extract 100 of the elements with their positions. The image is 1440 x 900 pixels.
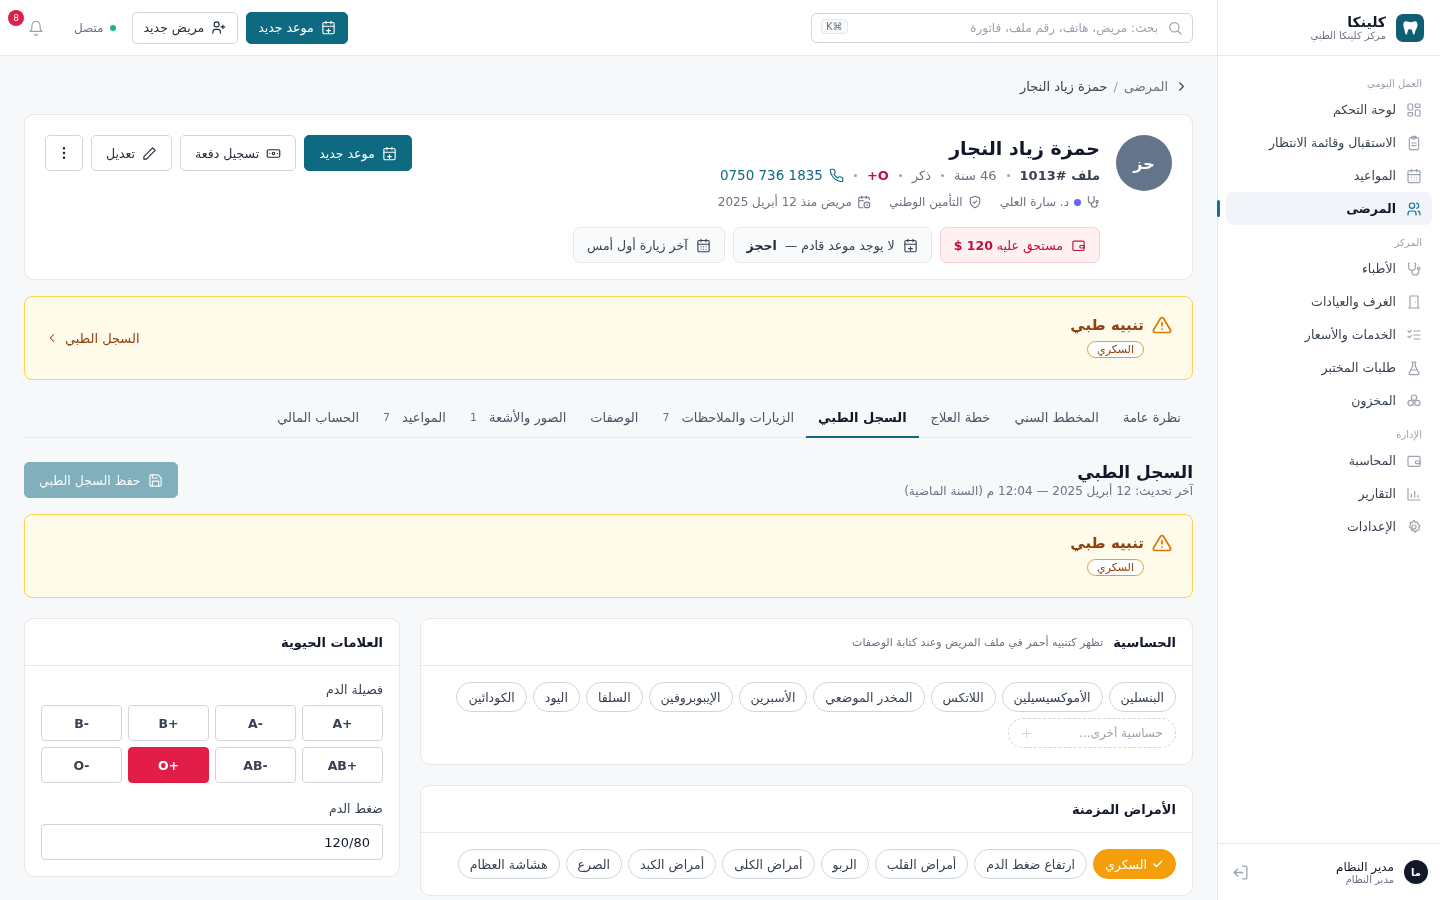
nav-item[interactable]: لوحة التحكم [1226, 93, 1432, 126]
nav-item[interactable]: المحاسبة [1226, 444, 1432, 477]
meta-separator-dot [898, 173, 902, 177]
calendar-plus-icon [902, 237, 918, 253]
allergy-chip[interactable]: المخدر الموضعي [813, 682, 925, 712]
nav-group-title: المركز [1393, 236, 1423, 250]
allergy-chip[interactable]: السلفا [585, 682, 643, 712]
allergy-chip[interactable]: الأموكسيسيلين [1001, 682, 1103, 712]
allergy-chip[interactable]: البنسلين [1108, 682, 1176, 712]
nav-item[interactable]: الاستقبال وقائمة الانتظار [1226, 126, 1432, 159]
panel-title: الحساسية [1113, 634, 1176, 650]
doctor-dot [1074, 198, 1081, 206]
panel-title: العلامات الحيوية [281, 634, 383, 650]
condition-chip[interactable]: الربو [820, 849, 869, 879]
blood-type-option[interactable]: B- [41, 705, 122, 741]
calendar-plus-icon [381, 145, 397, 161]
wallet-icon [1071, 237, 1086, 253]
boxes-icon [1406, 392, 1422, 409]
settings-icon [1406, 518, 1422, 535]
check-icon [1152, 858, 1164, 870]
patient-since: مريض منذ 12 أبريل 2025 [717, 195, 852, 209]
book-link[interactable]: احجز [746, 237, 777, 253]
alert-title: تنبيه طبي [1070, 534, 1144, 552]
new-appointment-button[interactable]: موعد جديد [246, 11, 348, 44]
calendar-icon [695, 237, 711, 253]
more-button[interactable] [45, 135, 83, 171]
blood-type-option[interactable]: O- [41, 747, 122, 783]
allergy-chip[interactable]: الإيبوبروفين [648, 682, 733, 712]
notification-count: 8 [8, 9, 24, 26]
allergy-chip[interactable]: الكودائين [456, 682, 527, 712]
blood-type-option[interactable]: AB- [215, 747, 296, 783]
bell-icon [28, 19, 44, 36]
section-title: السجل الطبي [1076, 462, 1193, 482]
field-label: ضغط الدم [327, 801, 383, 816]
nav-group-title: الإدارة [1395, 428, 1423, 443]
warning-icon [1152, 533, 1172, 553]
nav-group-title: العمل اليومي [1366, 77, 1423, 92]
allergy-chip[interactable]: اللاتكس [930, 682, 996, 712]
blood-type-option[interactable]: A+ [302, 705, 383, 741]
blood-type-option[interactable]: AB+ [302, 747, 383, 783]
tab[interactable]: خطة العلاج [918, 400, 1003, 438]
nav-item[interactable]: الأطباء [1226, 252, 1432, 285]
blood-type-option[interactable]: O+ [128, 747, 209, 783]
doctor-name: د. سارة العلي [999, 195, 1069, 209]
patient-gender: ذكر [911, 167, 932, 183]
condition-chip[interactable]: أمراض الكلى [722, 849, 815, 879]
nav-item[interactable]: الغرف والعيادات [1226, 285, 1432, 318]
user-name: مدير النظام [1335, 859, 1394, 874]
condition-tag: السكري [1087, 341, 1144, 358]
allergy-chip[interactable]: اليود [532, 682, 580, 712]
meta-separator-dot [941, 173, 945, 177]
last-updated: آخر تحديث: 12 أبريل 2025 — 12:04 م (السنة الماضية) [904, 484, 1193, 498]
calendar-clock-icon [857, 195, 871, 209]
logout-icon [1232, 863, 1249, 881]
nav-item[interactable]: الإعدادات [1226, 510, 1432, 543]
new-patient-button[interactable]: مريض جديد [131, 11, 239, 44]
user-plus-icon [211, 20, 227, 35]
condition-chip[interactable]: أمراض الكبد [628, 849, 717, 879]
nav-item[interactable]: التقارير [1226, 477, 1432, 510]
brand-subtitle: مركز كلينكا الطبي [1310, 30, 1386, 41]
nav-item[interactable]: المواعيد [1226, 159, 1432, 192]
bar-chart-icon [1406, 485, 1422, 502]
file-number: ملف #1013 [1019, 167, 1100, 183]
edit-button[interactable]: تعديل [91, 135, 173, 171]
blood-type-option[interactable]: A- [215, 705, 296, 741]
new-appointment-button[interactable]: موعد جديد [304, 135, 412, 171]
condition-chip[interactable]: أمراض القلب [874, 849, 969, 879]
breadcrumb-current: حمزة زياد النجار [1019, 78, 1108, 94]
patient-name: حمزة زياد النجار [947, 137, 1100, 159]
nav-item[interactable]: المخزون [1226, 384, 1432, 417]
warning-icon [1152, 315, 1172, 335]
condition-chip[interactable]: الصرع [565, 849, 623, 879]
dashboard-icon [1406, 101, 1422, 118]
medical-record-link[interactable]: السجل الطبي [45, 330, 140, 346]
tab[interactable]: السجل الطبي [806, 400, 919, 438]
meta-separator-dot [1006, 173, 1010, 177]
clipboard-icon [1406, 134, 1422, 151]
allergy-chip[interactable]: الأسبرين [738, 682, 808, 712]
user-avatar: ما [1404, 860, 1428, 884]
patient-avatar: حز [1116, 135, 1172, 191]
tab[interactable]: الوصفات [578, 400, 651, 438]
stethoscope-icon [1086, 195, 1100, 209]
patient-age: 46 سنة [954, 167, 997, 183]
tab[interactable]: المخطط السني [1002, 400, 1111, 438]
brand-name: كلينكا [1346, 14, 1386, 30]
last-visit-text: آخر زيارة أول أمس [587, 237, 688, 253]
blood-type-option[interactable]: B+ [128, 705, 209, 741]
panel-hint: تظهر كتنبيه أحمر في ملف المريض وعند كتابة الوصفات [852, 635, 1104, 649]
breadcrumb-link[interactable]: المرضى [1123, 78, 1168, 94]
condition-chip[interactable]: هشاشة العظام [457, 849, 560, 879]
nav-item[interactable]: طلبات المختبر [1226, 351, 1432, 384]
panel-title: الأمراض المزمنة [1071, 801, 1176, 817]
tab[interactable]: نظرة عامة [1110, 400, 1193, 438]
record-payment-button[interactable]: تسجيل دفعة [180, 135, 297, 171]
blood-pressure-field[interactable]: 120/80 [41, 824, 383, 860]
tab[interactable]: الحساب المالي [265, 400, 371, 438]
nav-item[interactable]: الخدمات والأسعار [1226, 318, 1432, 351]
condition-chip[interactable]: ارتفاع ضغط الدم [974, 849, 1087, 879]
phone-icon [828, 167, 844, 183]
notifications-button[interactable] [28, 19, 44, 36]
